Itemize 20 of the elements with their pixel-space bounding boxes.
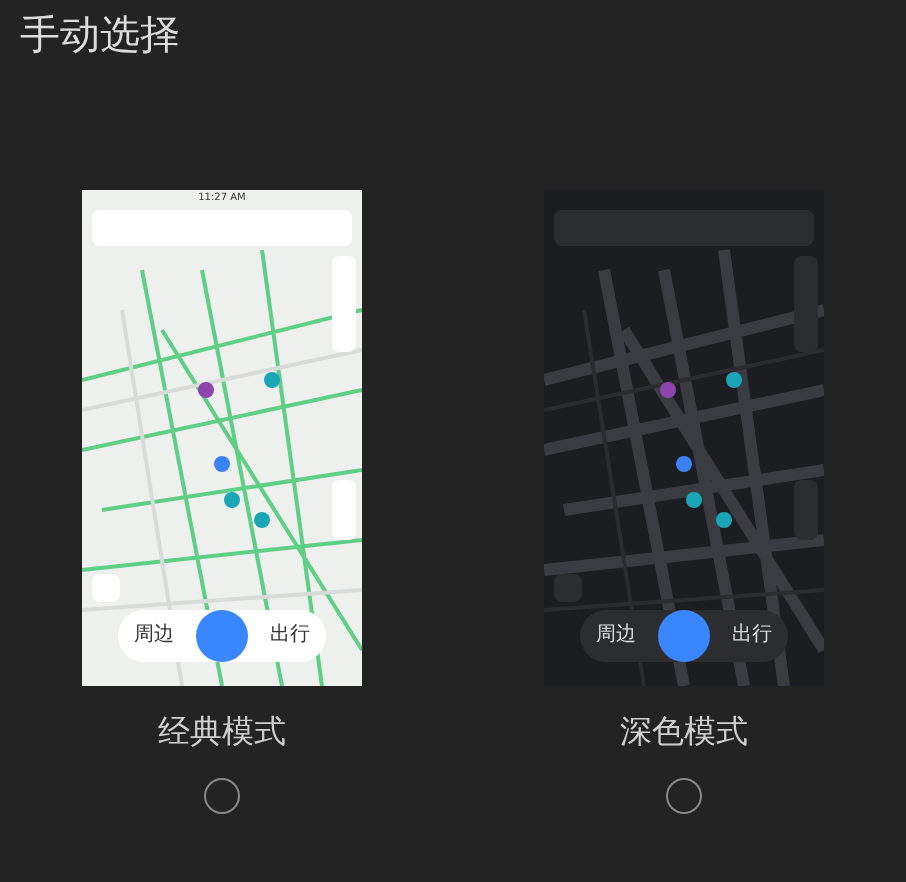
nearby-tab[interactable]: 周边 [134,626,174,646]
nearby-tab[interactable]: 周边 [596,626,636,646]
search-bar[interactable] [554,210,814,246]
mode-label: 深色模式 [620,710,748,754]
mode-label: 经典模式 [158,710,286,754]
page-title: 手动选择 [18,8,182,62]
map-tools-panel [332,256,356,352]
map-tools-panel [794,256,818,352]
radio-button[interactable] [204,778,240,814]
zoom-controls[interactable] [332,480,356,540]
route-button[interactable] [658,610,710,662]
route-button[interactable] [196,610,248,662]
radio-button[interactable] [666,778,702,814]
travel-tab[interactable]: 出行 [732,626,772,646]
locate-button[interactable] [554,574,582,602]
zoom-controls[interactable] [794,480,818,540]
map-preview[interactable]: 周边 出行 [544,190,824,686]
locate-button[interactable] [92,574,120,602]
travel-tab[interactable]: 出行 [270,626,310,646]
search-bar[interactable] [92,210,352,246]
